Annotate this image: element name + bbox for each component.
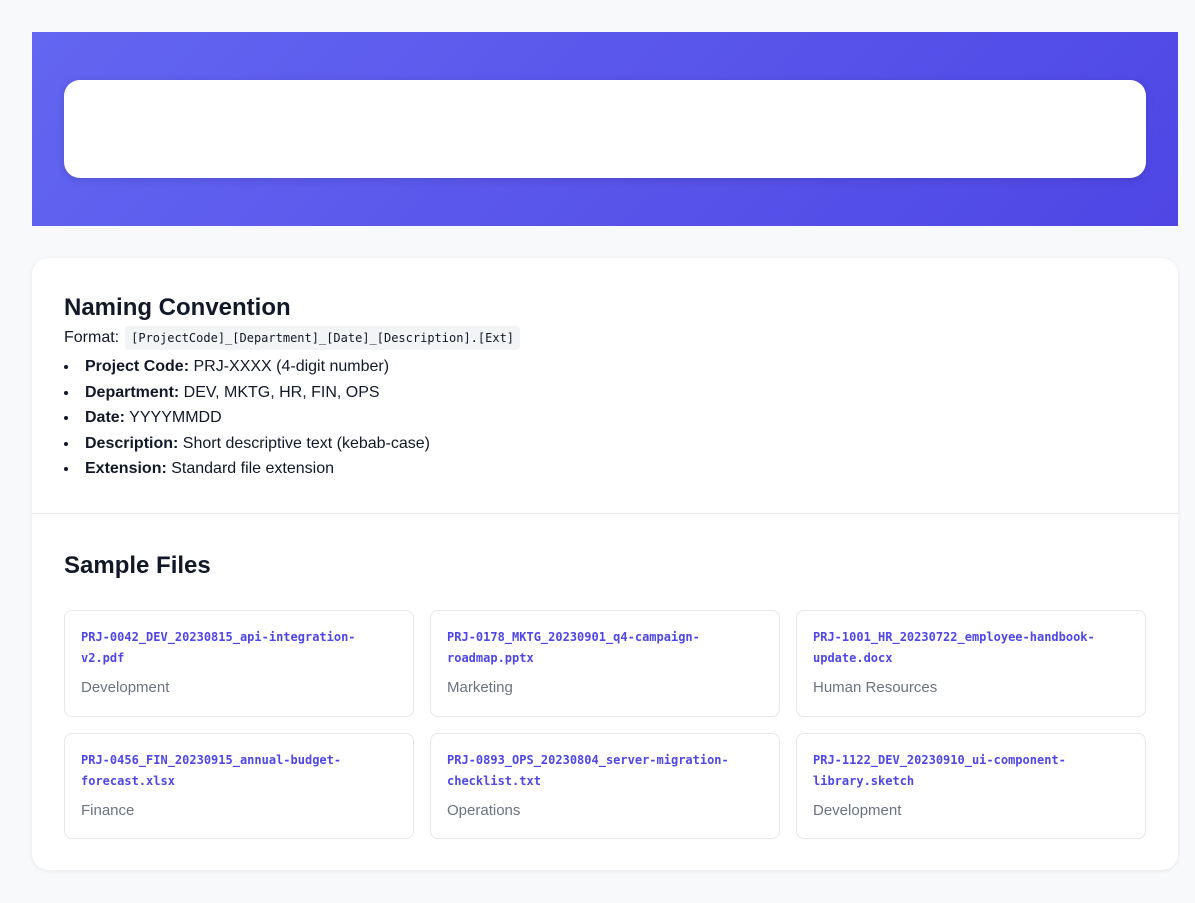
file-card[interactable]: PRJ-0456_FIN_20230915_annual-budget-fore…	[64, 733, 414, 839]
rule-text: DEV, MKTG, HR, FIN, OPS	[179, 383, 380, 401]
file-card[interactable]: PRJ-0042_DEV_20230815_api-integration-v2…	[64, 610, 414, 717]
format-label: Format:	[64, 329, 120, 346]
file-card[interactable]: PRJ-0178_MKTG_20230901_q4-campaign-roadm…	[430, 610, 780, 717]
file-card[interactable]: PRJ-1122_DEV_20230910_ui-component-libra…	[796, 733, 1146, 839]
search-input[interactable]	[64, 80, 1146, 178]
file-name: PRJ-0042_DEV_20230815_api-integration-v2…	[81, 630, 356, 665]
file-grid: PRJ-0042_DEV_20230815_api-integration-v2…	[64, 610, 1146, 839]
main-card: Naming Convention Format: [ProjectCode]_…	[32, 258, 1178, 870]
file-name: PRJ-0456_FIN_20230915_annual-budget-fore…	[81, 753, 342, 788]
file-department: Development	[813, 802, 902, 819]
sample-files-section: Sample Files PRJ-0042_DEV_20230815_api-i…	[32, 514, 1178, 870]
rule-project-code: Project Code: PRJ-XXXX (4-digit number)	[64, 354, 1146, 380]
file-department: Marketing	[447, 679, 513, 696]
rule-label: Description:	[85, 434, 179, 452]
rule-text: YYYYMMDD	[125, 409, 222, 426]
file-card[interactable]: PRJ-1001_HR_20230722_employee-handbook-u…	[796, 610, 1146, 717]
naming-convention-title: Naming Convention	[64, 294, 291, 321]
file-name: PRJ-0178_MKTG_20230901_q4-campaign-roadm…	[447, 630, 700, 665]
format-code: [ProjectCode]_[Department]_[Date]_[Descr…	[125, 326, 521, 350]
file-name: PRJ-0893_OPS_20230804_server-migration-c…	[447, 753, 729, 788]
file-name: PRJ-1001_HR_20230722_employee-handbook-u…	[813, 630, 1095, 665]
rule-label: Extension:	[85, 460, 167, 477]
file-department: Development	[81, 679, 170, 696]
hero-banner	[32, 32, 1178, 226]
file-department: Finance	[81, 802, 135, 819]
rule-label: Project Code:	[85, 358, 190, 375]
rule-extension: Extension: Standard file extension	[64, 456, 1146, 482]
format-line: Format: [ProjectCode]_[Department]_[Date…	[64, 326, 1146, 350]
rule-text: Standard file extension	[166, 460, 335, 477]
rule-label: Department:	[85, 383, 180, 401]
rule-text: PRJ-XXXX (4-digit number)	[189, 358, 390, 375]
sample-files-title: Sample Files	[64, 552, 211, 579]
rule-date: Date: YYYYMMDD	[64, 405, 1146, 431]
naming-convention-section: Naming Convention Format: [ProjectCode]_…	[32, 258, 1178, 514]
rule-text: Short descriptive text (kebab-case)	[178, 434, 431, 452]
rule-department: Department: DEV, MKTG, HR, FIN, OPS	[64, 380, 1146, 406]
file-department: Operations	[447, 802, 521, 819]
file-name: PRJ-1122_DEV_20230910_ui-component-libra…	[813, 753, 1066, 788]
rule-label: Date:	[85, 409, 126, 426]
file-card[interactable]: PRJ-0893_OPS_20230804_server-migration-c…	[430, 733, 780, 839]
file-department: Human Resources	[813, 679, 938, 696]
rule-description: Description: Short descriptive text (keb…	[64, 431, 1146, 457]
naming-rules-list: Project Code: PRJ-XXXX (4-digit number) …	[64, 354, 1146, 482]
